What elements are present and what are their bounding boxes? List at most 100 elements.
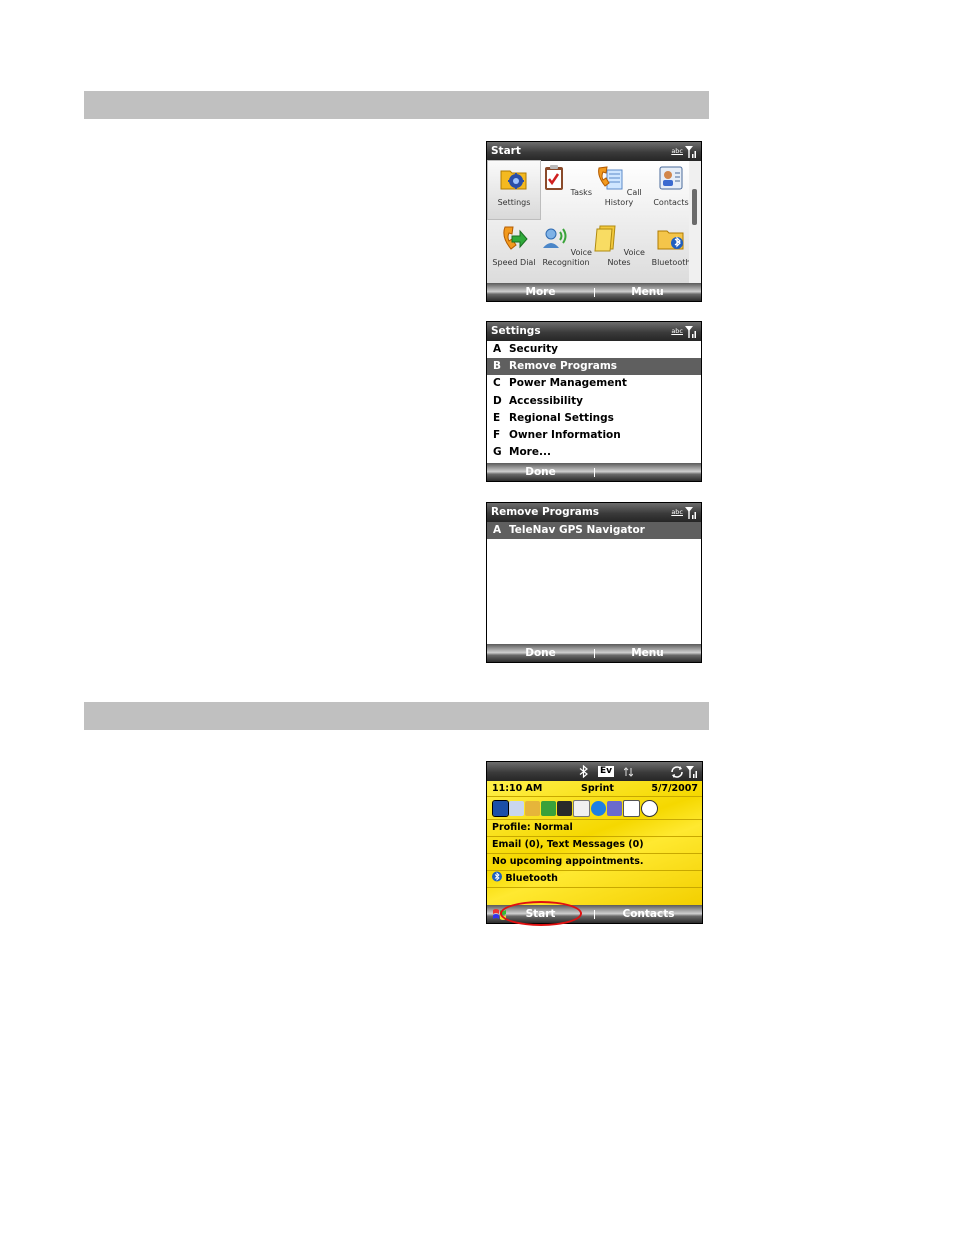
- start-item-settings[interactable]: Settings: [487, 160, 541, 220]
- remove-programs-list: A TeleNav GPS Navigator: [487, 522, 701, 644]
- start-title-bar: Start abc: [487, 142, 701, 161]
- start-item-label: Bluetooth: [651, 258, 691, 267]
- email-icon[interactable]: [573, 799, 590, 817]
- contacts-card-icon: [659, 166, 683, 190]
- start-highlight-ring: [500, 901, 582, 926]
- data-arrows-icon: [624, 766, 634, 777]
- home-bluetooth-label: Bluetooth: [505, 873, 558, 884]
- remove-programs-title-bar: Remove Programs abc: [487, 503, 701, 522]
- item-key: A: [493, 343, 502, 355]
- home-carrier: Sprint: [581, 783, 614, 794]
- plus-icon[interactable]: [557, 800, 572, 816]
- home-status-bar: Ev: [487, 762, 702, 781]
- settings-softkey-bar: Done: [487, 463, 701, 481]
- settings-item-regional-settings[interactable]: E Regional Settings: [487, 410, 701, 427]
- signal-icon: [685, 145, 696, 158]
- section-header-bar-2: [84, 702, 709, 730]
- sync-arrows-icon: [671, 765, 683, 778]
- signal-icon: [685, 325, 696, 338]
- input-mode-indicator: abc: [671, 508, 683, 516]
- clock-icon[interactable]: [641, 799, 658, 817]
- softkey-menu[interactable]: Menu: [594, 644, 701, 662]
- voice-notes-icon: [594, 225, 616, 252]
- settings-item-security[interactable]: A Security: [487, 341, 701, 358]
- start-item-label: Contacts: [653, 198, 689, 207]
- start-arrow-icon[interactable]: [492, 799, 509, 817]
- signal-icon: [686, 765, 697, 778]
- settings-title: Settings: [491, 325, 541, 337]
- input-mode-indicator: abc: [671, 147, 683, 155]
- start-item-label: Tasks: [570, 188, 592, 197]
- input-mode-indicator: abc: [671, 327, 683, 335]
- voice-recognition-icon: [543, 228, 567, 248]
- settings-screen: Settings abc A Security B Remove Programs …: [486, 321, 702, 482]
- start-item-label: Speed Dial: [492, 258, 536, 267]
- settings-list: A Security B Remove Programs C Power Manage…: [487, 341, 701, 463]
- item-label: Accessibility: [509, 394, 583, 407]
- calendar-icon[interactable]: [623, 799, 640, 817]
- remove-programs-screen: Remove Programs abc A TeleNav GPS Navigat…: [486, 502, 702, 663]
- program-item-telenav[interactable]: A TeleNav GPS Navigator: [487, 522, 701, 540]
- home-appointments[interactable]: No upcoming appointments.: [487, 854, 702, 871]
- start-item-tasks[interactable]: Tasks: [540, 164, 592, 198]
- remove-programs-softkey-bar: Done Menu: [487, 644, 701, 662]
- home-profile[interactable]: Profile: Normal: [487, 820, 702, 837]
- softkey-menu[interactable]: Menu: [594, 283, 701, 301]
- start-scrollbar[interactable]: [689, 161, 701, 283]
- folder-icon[interactable]: [525, 800, 540, 816]
- browser-icon[interactable]: [591, 800, 606, 816]
- start-title: Start: [491, 145, 521, 157]
- softkey-done[interactable]: Done: [487, 463, 594, 481]
- item-key: A: [493, 524, 502, 536]
- start-softkey-bar: More Menu: [487, 283, 701, 301]
- speed-dial-icon: [503, 226, 528, 250]
- softkey-divider: [594, 468, 595, 477]
- item-key: F: [493, 428, 501, 441]
- softkey-more[interactable]: More: [487, 283, 594, 301]
- scrollbar-thumb[interactable]: [692, 189, 697, 225]
- settings-item-more[interactable]: G More...: [487, 444, 701, 461]
- settings-item-owner-information[interactable]: F Owner Information: [487, 427, 701, 444]
- item-label: Power Management: [509, 377, 627, 390]
- settings-folder-icon: [500, 170, 527, 190]
- item-key: B: [493, 360, 502, 373]
- home-screen: Ev 11:10 AM Sprint 5/7/2007 Profile: Nor…: [486, 761, 703, 924]
- home-header-row: 11:10 AM Sprint 5/7/2007: [487, 781, 702, 797]
- remove-programs-title: Remove Programs: [491, 506, 600, 518]
- home-quick-launch-bar: [487, 797, 702, 820]
- home-date: 5/7/2007: [651, 783, 698, 794]
- item-key: D: [493, 394, 502, 407]
- softkey-done[interactable]: Done: [487, 644, 594, 662]
- settings-item-power-management[interactable]: C Power Management: [487, 375, 701, 392]
- tasks-clipboard-icon: [545, 165, 563, 190]
- section-header-bar-1: [84, 91, 709, 119]
- item-label: Remove Programs: [509, 360, 618, 373]
- start-screen: Start abc Settings Tasks Call History Co…: [486, 141, 702, 302]
- signal-icon: [685, 506, 696, 519]
- bluetooth-folder-icon: [657, 230, 684, 250]
- item-key: G: [493, 446, 502, 459]
- settings-title-bar: Settings abc: [487, 322, 701, 341]
- item-key: C: [493, 377, 501, 390]
- messaging-icon[interactable]: [509, 800, 524, 816]
- softkey-contacts[interactable]: Contacts: [595, 905, 702, 923]
- start-item-voice-recognition[interactable]: Voice Recognition: [540, 224, 592, 268]
- settings-item-accessibility[interactable]: D Accessibility: [487, 393, 701, 410]
- item-label: Regional Settings: [509, 411, 614, 424]
- bluetooth-icon: [579, 765, 588, 778]
- item-key: E: [493, 411, 501, 424]
- home-panel: 11:10 AM Sprint 5/7/2007 Profile: Normal…: [487, 781, 702, 905]
- item-label: TeleNav GPS Navigator: [509, 524, 645, 536]
- media-icon[interactable]: [607, 800, 622, 816]
- settings-item-remove-programs[interactable]: B Remove Programs: [487, 358, 701, 376]
- start-item-call-history[interactable]: Call History: [593, 164, 645, 208]
- home-messages[interactable]: Email (0), Text Messages (0): [487, 837, 702, 854]
- home-time: 11:10 AM: [492, 783, 543, 794]
- home-bluetooth-row[interactable]: Bluetooth: [487, 871, 702, 888]
- item-label: Owner Information: [509, 428, 621, 441]
- start-item-voice-notes[interactable]: Voice Notes: [593, 224, 645, 268]
- tools-icon[interactable]: [541, 800, 556, 816]
- ev-data-icon: Ev: [598, 766, 615, 777]
- start-item-label: Settings: [497, 198, 531, 207]
- start-item-speed-dial[interactable]: Speed Dial: [488, 224, 540, 268]
